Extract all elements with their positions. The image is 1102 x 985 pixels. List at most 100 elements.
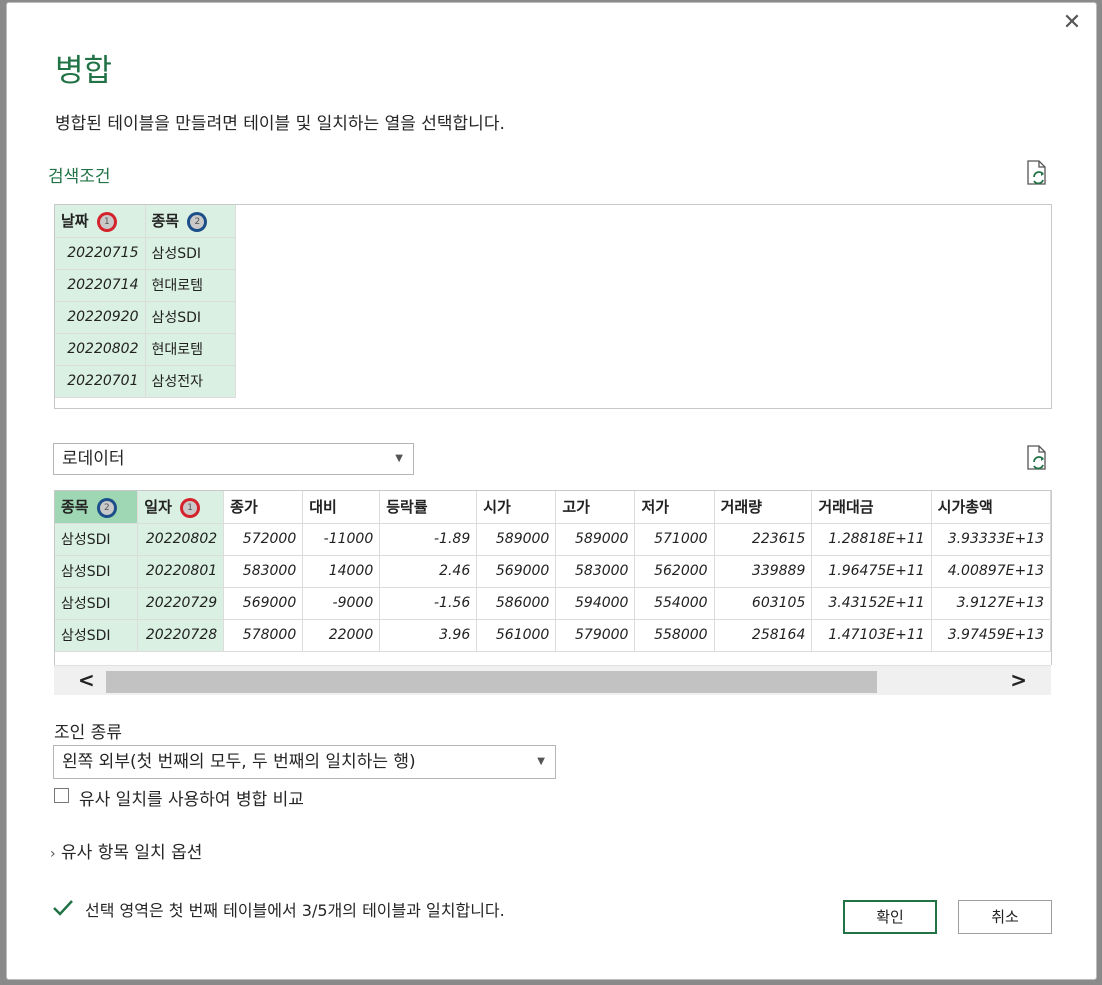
column-header-date[interactable]: 일자 1 [137,491,225,524]
chevron-right-icon: › [50,846,56,862]
table-cell: 578000 [223,619,304,652]
table-cell: 561000 [476,619,557,652]
table-cell: 594000 [555,587,636,620]
cancel-button[interactable]: 취소 [958,900,1052,934]
table-cell: 20220802 [137,523,225,556]
table-row: 삼성SDI 20220801 583000 14000 2.46 569000 583000… [55,555,1051,588]
second-table-dropdown[interactable]: 로데이터 ▼ [53,443,414,475]
column-header[interactable]: 시가총액 [931,491,1051,524]
table-cell: 3.9127E+13 [931,587,1051,620]
table-cell: 현대로템 [145,269,236,302]
table-cell: 20220802 [55,333,146,366]
table-cell: 589000 [555,523,636,556]
horizontal-scrollbar[interactable]: < > [54,665,1051,695]
table-cell: 20220714 [55,269,146,302]
column-header[interactable]: 거래대금 [811,491,932,524]
table-cell: 603105 [714,587,813,620]
table-cell: -1.89 [379,523,478,556]
table-cell: -11000 [302,523,381,556]
table-cell: 삼성SDI [55,523,139,556]
table-cell: 3.43152E+11 [811,587,932,620]
table-cell: 4.00897E+13 [931,555,1051,588]
table-cell: 2.46 [379,555,478,588]
match-status-text: 선택 영역은 첫 번째 테이블에서 3/5개의 테이블과 일치합니다. [85,901,505,920]
table-cell: 1.47103E+11 [811,619,932,652]
table-cell: 583000 [555,555,636,588]
table-cell: 20220701 [55,365,146,398]
table-cell: 579000 [555,619,636,652]
table-row: 삼성SDI 20220729 569000 -9000 -1.56 586000 59400… [55,587,1051,620]
table-cell: 1.96475E+11 [811,555,932,588]
table-cell: 589000 [476,523,557,556]
join-kind-label: 조인 종류 [54,723,122,743]
column-header[interactable]: 등락률 [379,491,478,524]
second-table-preview: 종목 2 일자 1 종가 대비 등락률 시가 고가 저가 거래량 거래대금 시가… [54,490,1052,665]
table-cell: 14000 [302,555,381,588]
join-order-badge: 2 [99,500,114,515]
table-cell: -9000 [302,587,381,620]
column-header-label: 종목 [61,498,89,517]
table-cell: 569000 [223,587,304,620]
first-table-name: 검색조건 [48,167,111,187]
fuzzy-options-label: 유사 항목 일치 옵션 [61,843,203,863]
table-row: 20220920 삼성SDI [55,301,236,334]
table-cell: 1.28818E+11 [811,523,932,556]
refresh-preview-icon[interactable] [1026,160,1048,186]
second-table-selected: 로데이터 [62,449,125,469]
table-cell: 562000 [634,555,715,588]
table-cell: 삼성SDI [145,237,236,270]
chevron-down-icon: ▼ [395,453,403,464]
table-cell: 22000 [302,619,381,652]
column-header[interactable]: 시가 [476,491,557,524]
ok-button[interactable]: 확인 [843,900,937,934]
column-header[interactable]: 고가 [555,491,636,524]
table-row: 삼성SDI 20220802 572000 -11000 -1.89 589000 5890… [55,523,1051,556]
join-order-badge: 1 [99,214,114,229]
column-header[interactable]: 대비 [302,491,381,524]
table-cell: 삼성SDI [145,301,236,334]
fuzzy-options-expander[interactable]: › 유사 항목 일치 옵션 [50,838,202,863]
table-row: 삼성SDI 20220728 578000 22000 3.96 561000 579000… [55,619,1051,652]
table-cell: 571000 [634,523,715,556]
table-cell: 554000 [634,587,715,620]
table-cell: -1.56 [379,587,478,620]
table-row: 20220701 삼성전자 [55,365,236,398]
column-header[interactable]: 거래량 [714,491,813,524]
table-cell: 20220729 [137,587,225,620]
header-row: 날짜 1 종목 2 [55,205,236,238]
scroll-right-icon[interactable]: > [1010,668,1027,692]
refresh-preview-icon[interactable] [1026,445,1048,471]
column-header[interactable]: 저가 [634,491,715,524]
join-order-badge: 2 [190,214,205,229]
first-table-preview: 날짜 1 종목 2 20220715 삼성SDI 20220714 현대로템 20220… [54,204,1052,409]
close-icon[interactable]: ✕ [1060,11,1084,35]
table-cell: 258164 [714,619,813,652]
column-header-date[interactable]: 날짜 1 [55,205,146,238]
checkmark-icon [53,900,73,916]
dialog-title: 병합 [55,53,113,89]
column-header-stock[interactable]: 종목 2 [55,491,139,524]
table-cell: 삼성SDI [55,619,139,652]
column-header[interactable]: 종가 [223,491,304,524]
table-cell: 20220801 [137,555,225,588]
table-cell: 223615 [714,523,813,556]
table-row: 20220715 삼성SDI [55,237,236,270]
scroll-left-icon[interactable]: < [78,668,95,692]
column-header-stock[interactable]: 종목 2 [145,205,236,238]
fuzzy-match-label: 유사 일치를 사용하여 병합 비교 [79,790,304,810]
header-row: 종목 2 일자 1 종가 대비 등락률 시가 고가 저가 거래량 거래대금 시가… [55,491,1051,524]
scrollbar-thumb[interactable] [106,671,877,693]
fuzzy-match-checkbox[interactable] [54,788,69,803]
table-cell: 569000 [476,555,557,588]
column-header-label: 일자 [144,498,172,517]
table-cell: 558000 [634,619,715,652]
table-cell: 현대로템 [145,333,236,366]
table-row: 20220802 현대로템 [55,333,236,366]
table-cell: 20220728 [137,619,225,652]
table-cell: 삼성전자 [145,365,236,398]
join-kind-dropdown[interactable]: 왼쪽 외부(첫 번째의 모두, 두 번째의 일치하는 행) ▼ [53,745,556,779]
second-table-grid: 종목 2 일자 1 종가 대비 등락률 시가 고가 저가 거래량 거래대금 시가… [55,491,1051,652]
table-cell: 3.97459E+13 [931,619,1051,652]
join-order-badge: 1 [183,500,198,515]
table-row: 20220714 현대로템 [55,269,236,302]
